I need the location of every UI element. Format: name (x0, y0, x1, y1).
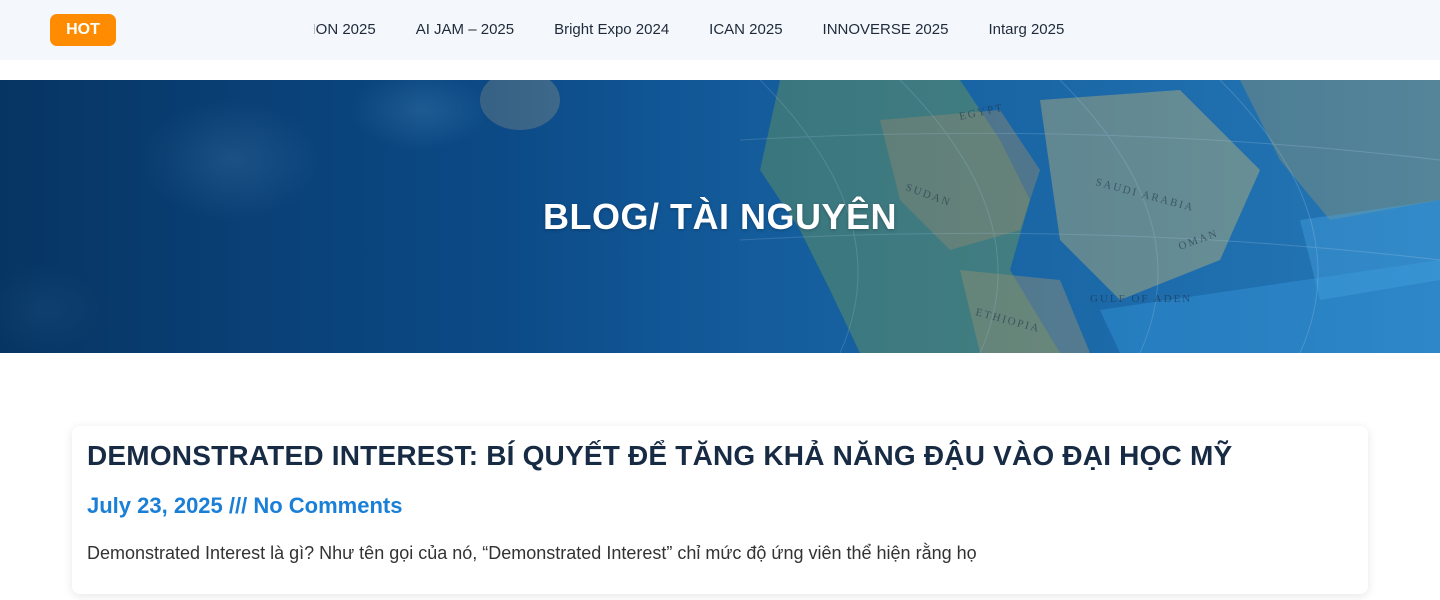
post-meta: July 23, 2025 /// No Comments (87, 492, 1353, 520)
ticker-item-ican[interactable]: ICAN 2025 (709, 0, 782, 60)
post-title-link[interactable]: DEMONSTRATED INTEREST: BÍ QUYẾT ĐỂ TĂNG … (87, 438, 1353, 474)
post-comments-link[interactable]: No Comments (253, 493, 402, 518)
ticker-window: COMPETITION 2025 AI JAM – 2025 Bright Ex… (314, 0, 1122, 60)
post-date-link[interactable]: July 23, 2025 (87, 493, 223, 518)
hero-banner: EGYPT SUDAN SAUDI ARABIA ETHIOPIA OMAN G… (0, 80, 1440, 353)
ticker-item-ai-jam[interactable]: AI JAM – 2025 (416, 0, 514, 60)
ticker-item-intarg[interactable]: Intarg 2025 (988, 0, 1064, 60)
ticker-item-bright-expo[interactable]: Bright Expo 2024 (554, 0, 669, 60)
ticker-item-competition[interactable]: COMPETITION 2025 (314, 0, 376, 60)
post-excerpt: Demonstrated Interest là gì? Như tên gọi… (87, 543, 977, 563)
page-title: BLOG/ TÀI NGUYÊN (542, 195, 897, 237)
ticker-item-innoverse[interactable]: INNOVERSE 2025 (823, 0, 949, 60)
blog-post-card: DEMONSTRATED INTEREST: BÍ QUYẾT ĐỂ TĂNG … (72, 426, 1368, 594)
ticker-track: COMPETITION 2025 AI JAM – 2025 Bright Ex… (314, 0, 1104, 60)
meta-separator: /// (222, 493, 254, 518)
hot-badge: HOT (50, 14, 116, 46)
top-ticker-bar: HOT COMPETITION 2025 AI JAM – 2025 Brigh… (0, 0, 1440, 60)
